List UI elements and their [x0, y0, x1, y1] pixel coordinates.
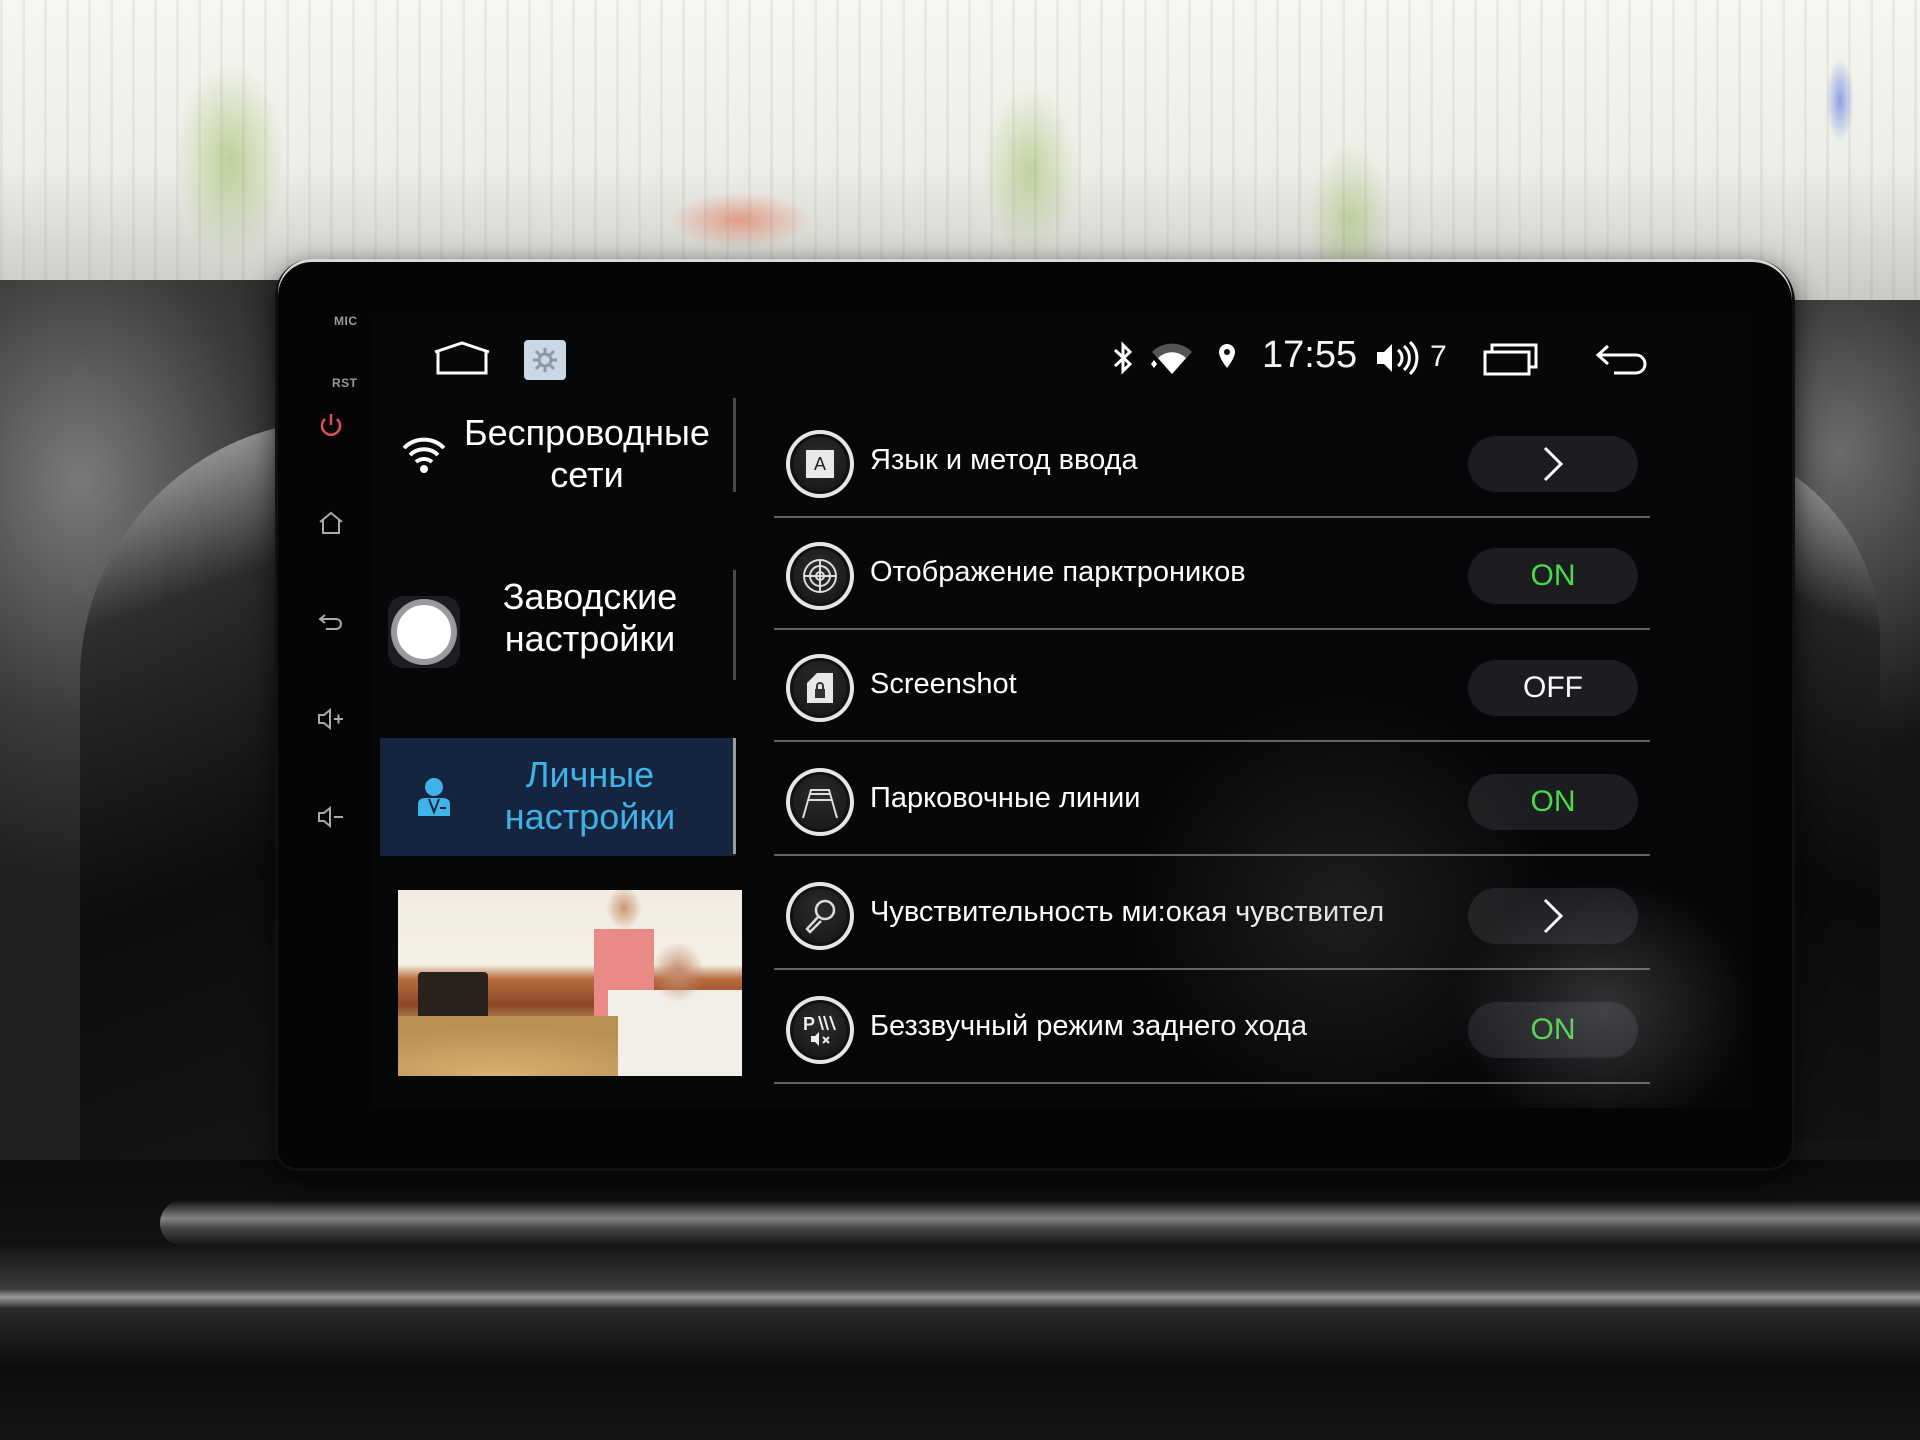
status-bar: 17:55 7	[372, 318, 1752, 398]
floating-assistive-button[interactable]	[388, 596, 460, 668]
sidebar-item-wireless[interactable]: Беспроводные сети	[380, 398, 736, 508]
chevron-right-button[interactable]	[1468, 436, 1638, 492]
volume-up-icon[interactable]	[316, 704, 346, 734]
video-thumbnail[interactable]	[398, 890, 742, 1076]
microphone-icon	[786, 882, 854, 950]
row-divider	[774, 740, 1650, 742]
row-divider	[774, 1082, 1650, 1084]
display-screen: 17:55 7 Беспроводные сети Заводские наст…	[372, 318, 1752, 1108]
power-icon[interactable]	[316, 410, 346, 440]
sidebar-divider	[733, 398, 736, 492]
home-outline-icon[interactable]	[432, 340, 492, 376]
person-icon	[418, 778, 450, 816]
svg-text:A: A	[814, 454, 826, 474]
chevron-right-icon	[1543, 898, 1564, 934]
head-unit: MIC RST 17:55 7 Беспроводные сети Заводс…	[278, 262, 1792, 1168]
reset-label: RST	[332, 376, 358, 390]
home-icon[interactable]	[316, 508, 346, 538]
row-label: Язык и метод ввода	[870, 444, 1138, 476]
settings-row-parking-lines[interactable]: Парковочные линии ON	[774, 744, 1650, 856]
reverse-mute-icon: P	[786, 996, 854, 1064]
speaker-icon[interactable]	[1374, 338, 1422, 378]
row-label: Отображение парктроников	[870, 556, 1246, 588]
recent-apps-icon[interactable]	[1482, 338, 1540, 378]
volume-level: 7	[1430, 340, 1447, 373]
row-divider	[774, 854, 1650, 856]
sidebar-item-personal[interactable]: Личные настройки	[380, 738, 736, 856]
sidebar-scroll-indicator[interactable]	[733, 738, 736, 854]
sidebar-item-factory[interactable]: Заводские настройки	[380, 562, 736, 682]
floating-ball-disc	[397, 605, 451, 659]
bluetooth-icon	[1113, 341, 1133, 375]
clock-time: 17:55	[1262, 334, 1358, 376]
toggle-reverse-mute[interactable]: ON	[1468, 1002, 1638, 1058]
parking-sensor-radar-icon	[786, 542, 854, 610]
back-arrow-icon[interactable]	[1594, 338, 1652, 378]
chevron-right-icon	[1543, 446, 1564, 482]
windshield-background	[0, 0, 1920, 300]
settings-app-icon[interactable]	[524, 340, 566, 380]
row-divider	[774, 968, 1650, 970]
sidebar-item-label: Заводские	[502, 576, 678, 617]
video-scene-detail	[418, 972, 488, 1022]
mic-label: MIC	[334, 314, 358, 328]
settings-row-reverse-mute[interactable]: P Беззвучный режим заднего хода ON	[774, 972, 1650, 1084]
sidebar-item-label: настройки	[504, 618, 676, 659]
settings-row-parking-sensors[interactable]: Отображение парктроников ON	[774, 518, 1650, 630]
sidebar-item-label: Беспроводные	[464, 412, 710, 453]
settings-row-mic-sensitivity[interactable]: Чувствительность ми:окая чувствител	[774, 858, 1650, 970]
row-label: Чувствительность ми:окая чувствител	[870, 896, 1385, 928]
settings-row-screenshot[interactable]: Screenshot OFF	[774, 630, 1650, 742]
video-scene-detail	[608, 944, 742, 1076]
volume-down-icon[interactable]	[316, 802, 346, 832]
settings-sidebar: Беспроводные сети Заводские настройки Ли…	[380, 398, 742, 1108]
language-input-icon: A	[786, 430, 854, 498]
chevron-right-button[interactable]	[1468, 888, 1638, 944]
wifi-signal-icon	[1151, 343, 1192, 374]
row-label: Парковочные линии	[870, 782, 1141, 814]
console-tray-highlight	[160, 1200, 1920, 1246]
row-label: Screenshot	[870, 668, 1017, 700]
parking-lines-icon	[786, 768, 854, 836]
screenshot-door-lock-icon	[786, 654, 854, 722]
back-icon[interactable]	[316, 606, 346, 636]
sidebar-divider	[733, 570, 736, 680]
sidebar-item-label: Личные	[525, 754, 655, 795]
gear-icon	[533, 348, 557, 372]
video-scene-detail	[398, 1016, 618, 1076]
svg-text:P: P	[803, 1014, 815, 1034]
sidebar-item-label: настройки	[504, 796, 676, 837]
sidebar-item-label: сети	[550, 454, 624, 495]
toggle-screenshot[interactable]: OFF	[1468, 660, 1638, 716]
row-label: Беззвучный режим заднего хода	[870, 1010, 1308, 1042]
settings-row-language[interactable]: A Язык и метод ввода	[774, 406, 1650, 518]
toggle-parking-lines[interactable]: ON	[1468, 774, 1638, 830]
wifi-icon	[402, 437, 446, 473]
toggle-parking-sensors[interactable]: ON	[1468, 548, 1638, 604]
location-pin-icon	[1219, 344, 1235, 368]
